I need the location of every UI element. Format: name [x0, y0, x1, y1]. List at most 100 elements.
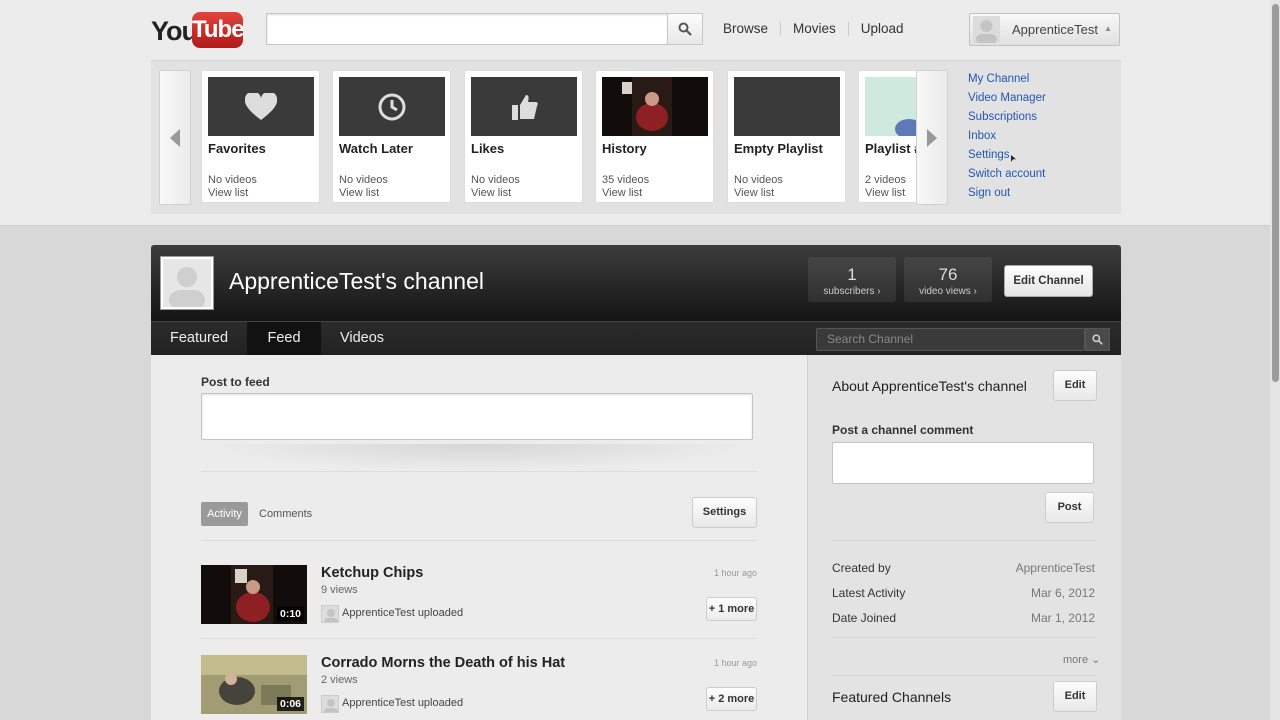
video-thumbnail[interactable]: 0:06 — [201, 655, 307, 714]
tab-comments[interactable]: Comments — [259, 508, 312, 520]
video-title[interactable]: Ketchup Chips — [321, 565, 423, 581]
view-list-link[interactable]: View list — [471, 187, 511, 199]
playlist-count: No videos — [734, 174, 783, 186]
playlist-card-watch-later[interactable]: Watch Later No videos View list — [332, 70, 451, 203]
post-comment-button[interactable]: Post — [1045, 492, 1094, 523]
video-thumbnail — [865, 77, 916, 136]
channel-search-input[interactable]: Search Channel — [816, 328, 1085, 351]
about-title: About ApprenticeTest's channel — [832, 378, 1027, 394]
channel-tab-bar: Featured Feed Videos Search Channel — [151, 321, 1121, 356]
thumbs-up-icon — [512, 94, 538, 120]
video-views: 2 views — [321, 674, 358, 686]
view-list-link[interactable]: View list — [208, 187, 248, 199]
nav-movies[interactable]: Movies — [793, 21, 836, 36]
playlist-thumb — [208, 77, 314, 136]
menu-settings[interactable]: Settings — [968, 148, 1046, 167]
playlist-thumb — [471, 77, 577, 136]
tab-featured[interactable]: Featured — [151, 322, 247, 356]
playlist-card-favorites[interactable]: Favorites No videos View list — [201, 70, 320, 203]
menu-inbox[interactable]: Inbox — [968, 129, 1046, 148]
info-value-latest-activity: Mar 6, 2012 — [1030, 586, 1095, 600]
more-button[interactable]: + 2 more — [706, 687, 757, 711]
user-menu-button[interactable]: ApprenticeTest ▲ — [969, 13, 1120, 46]
more-link[interactable]: more ⌄ — [1063, 653, 1100, 666]
nav-browse[interactable]: Browse — [723, 21, 768, 36]
divider — [832, 637, 1096, 638]
scrollbar-thumb[interactable] — [1272, 4, 1279, 382]
subscribers-stat[interactable]: 1 subscribers › — [808, 257, 896, 302]
tab-feed[interactable]: Feed — [247, 322, 321, 356]
activity-description: ApprenticeTest uploaded — [342, 607, 464, 619]
heart-icon — [245, 92, 277, 120]
divider — [832, 540, 1096, 541]
scroll-right-button[interactable] — [916, 70, 948, 205]
playlist-count: No videos — [339, 174, 388, 186]
scroll-left-button[interactable] — [159, 70, 191, 205]
view-list-link[interactable]: View list — [339, 187, 379, 199]
search-icon — [678, 22, 692, 36]
logo-tube: Tube — [192, 12, 245, 48]
post-to-feed-input[interactable] — [201, 393, 753, 440]
playlist-card-partial[interactable]: Playlist # 2 videos View list — [858, 70, 916, 203]
views-stat[interactable]: 76 video views › — [904, 257, 992, 302]
info-label-date-joined: Date Joined — [832, 611, 897, 625]
menu-video-manager[interactable]: Video Manager — [968, 91, 1046, 110]
playlist-title: Likes — [471, 141, 505, 156]
playlist-title: Playlist # — [865, 141, 916, 156]
tab-activity[interactable]: Activity — [201, 502, 248, 526]
info-value-date-joined: Mar 1, 2012 — [1030, 611, 1095, 625]
menu-my-channel[interactable]: My Channel — [968, 72, 1046, 91]
view-list-link[interactable]: View list — [734, 187, 774, 199]
playlist-card-likes[interactable]: Likes No videos View list — [464, 70, 583, 203]
channel-comment-input[interactable] — [832, 442, 1094, 484]
info-value-created-by[interactable]: ApprenticeTest — [1016, 561, 1095, 575]
menu-sign-out[interactable]: Sign out — [968, 186, 1046, 205]
edit-channel-button[interactable]: Edit Channel — [1004, 265, 1093, 297]
info-label-created-by: Created by — [832, 561, 891, 575]
video-duration: 0:10 — [276, 607, 304, 621]
search-input[interactable] — [266, 13, 668, 45]
clock-icon — [378, 93, 406, 120]
logo-you: You — [151, 16, 198, 46]
playlist-count: 35 videos — [602, 174, 650, 186]
playlist-title: Empty Playlist — [734, 141, 823, 156]
tab-videos[interactable]: Videos — [321, 322, 403, 356]
user-name: ApprenticeTest — [1012, 22, 1098, 37]
info-label-latest-activity: Latest Activity — [832, 586, 906, 600]
youtube-logo[interactable]: You Tube — [151, 12, 245, 48]
subscribers-label: subscribers › — [823, 286, 881, 297]
playlist-thumb — [734, 77, 840, 136]
views-count: 76 — [938, 265, 958, 284]
nav-upload[interactable]: Upload — [861, 21, 904, 36]
playlist-card-clip: Playlist # 2 videos View list — [858, 70, 916, 203]
divider — [832, 675, 1096, 676]
playlist-title: Favorites — [208, 141, 266, 156]
feed-settings-button[interactable]: Settings — [692, 497, 757, 528]
video-thumbnail[interactable]: 0:10 — [201, 565, 307, 624]
caret-up-icon: ▲ — [1104, 24, 1112, 33]
view-list-link[interactable]: View list — [602, 187, 642, 199]
nav-divider — [780, 22, 782, 36]
menu-switch-account[interactable]: Switch account — [968, 167, 1046, 186]
more-button[interactable]: + 1 more — [706, 597, 757, 621]
video-duration: 0:06 — [276, 697, 304, 711]
top-nav: Browse Movies Upload — [723, 21, 904, 36]
playlist-card-history[interactable]: History 35 videos View list — [595, 70, 714, 203]
view-list-link[interactable]: View list — [865, 187, 905, 199]
playlist-title: History — [602, 141, 647, 156]
menu-subscriptions[interactable]: Subscriptions — [968, 110, 1046, 129]
user-menu: My Channel Video Manager Subscriptions I… — [968, 72, 1046, 205]
search-button[interactable] — [667, 13, 703, 45]
user-avatar — [973, 16, 1000, 43]
activity-time: 1 hour ago — [714, 658, 758, 668]
playlist-count: No videos — [208, 174, 257, 186]
edit-featured-button[interactable]: Edit — [1053, 681, 1097, 712]
video-title[interactable]: Corrado Morns the Death of his Hat — [321, 655, 565, 671]
channel-title: ApprenticeTest's channel — [229, 268, 484, 294]
subscribers-count: 1 — [847, 265, 857, 284]
edit-about-button[interactable]: Edit — [1053, 370, 1097, 401]
video-thumbnail — [602, 77, 708, 136]
channel-search-button[interactable] — [1085, 328, 1110, 351]
divider — [201, 540, 757, 541]
playlist-card-empty[interactable]: Empty Playlist No videos View list — [727, 70, 846, 203]
